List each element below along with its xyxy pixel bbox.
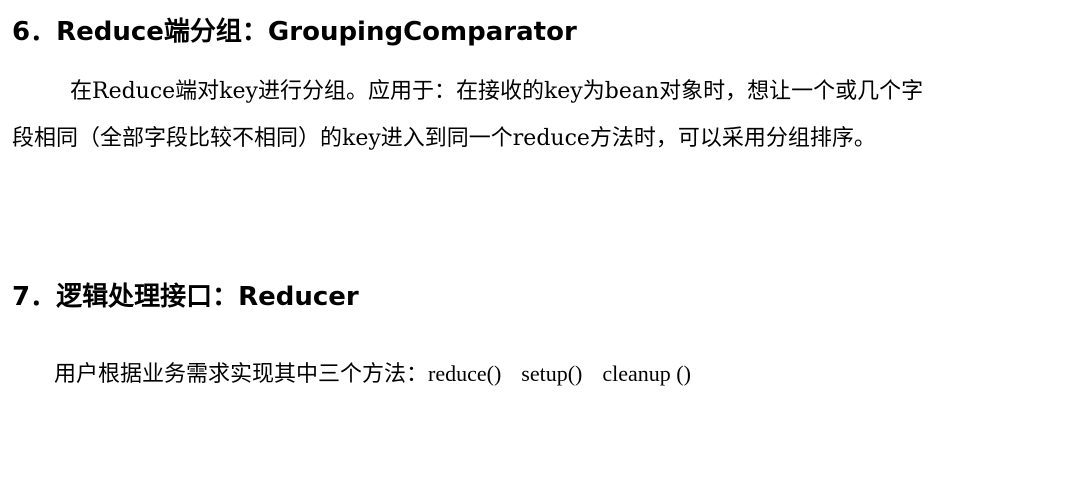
method-reduce: reduce() (428, 361, 502, 386)
section-6-paragraph-line-1: 在Reduce端对key进行分组。应用于：在接收的key为bean对象时，想让一… (70, 79, 924, 104)
section-6-paragraph-line-2: 段相同（全部字段比较不相同）的key进入到同一个reduce方法时，可以采用分组… (12, 126, 876, 151)
section-7-heading: 7．逻辑处理接口：Reducer (12, 282, 359, 312)
section-7-intro: 用户根据业务需求实现其中三个方法： (54, 362, 429, 387)
section-6-paragraph: 在Reduce端对key进行分组。应用于：在接收的key为bean对象时，想让一… (12, 68, 1062, 162)
method-cleanup: cleanup () (602, 361, 691, 386)
section-7-paragraph: 用户根据业务需求实现其中三个方法：reduce() setup() cleanup … (54, 350, 1090, 398)
method-setup: setup() (521, 361, 583, 386)
section-6-heading: 6．Reduce端分组：GroupingComparator (12, 17, 577, 47)
